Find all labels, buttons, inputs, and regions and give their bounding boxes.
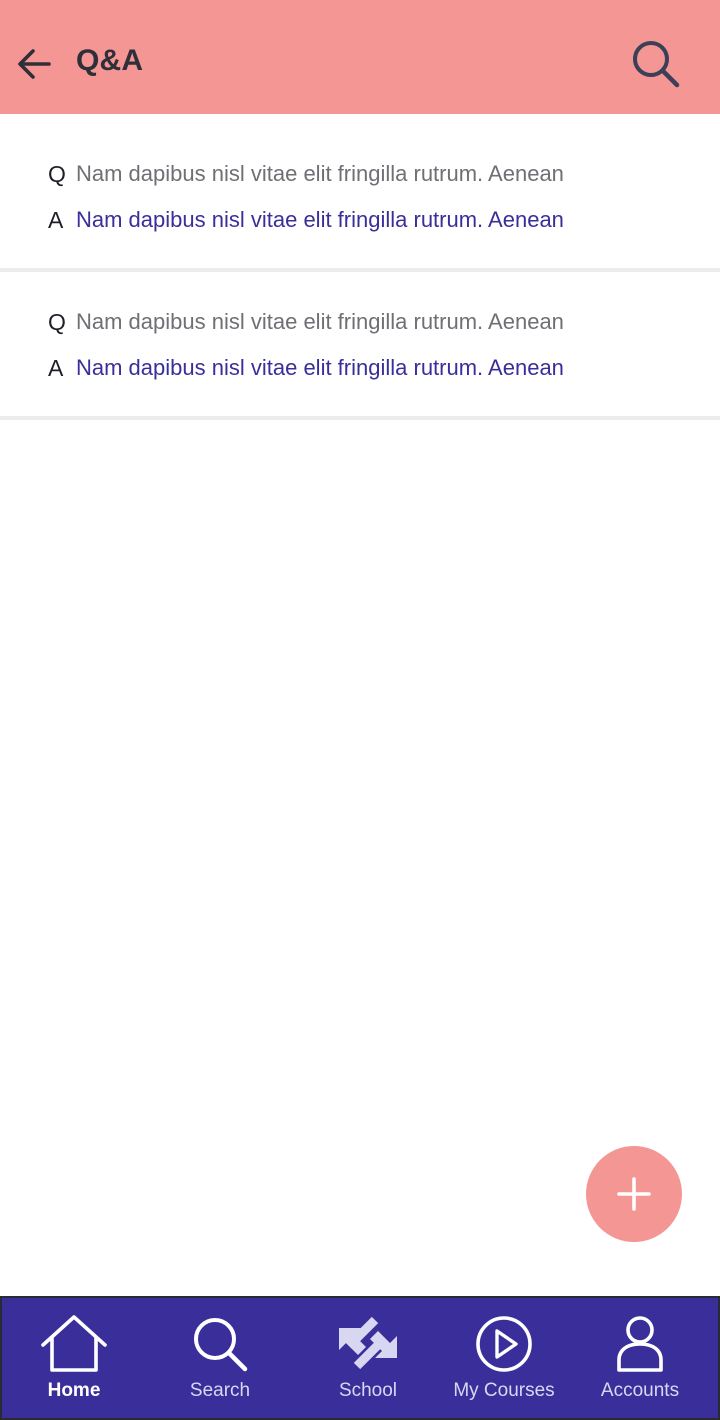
home-icon — [41, 1315, 107, 1372]
add-question-button[interactable] — [586, 1146, 682, 1242]
answer-marker: A — [48, 206, 64, 233]
search-button[interactable] — [626, 34, 686, 94]
play-circle-icon — [476, 1316, 532, 1372]
question-marker: Q — [48, 308, 66, 335]
nav-label-my-courses: My Courses — [453, 1380, 555, 1401]
nav-label-school: School — [338, 1380, 398, 1401]
plus-icon — [617, 1177, 651, 1211]
user-icon — [617, 1316, 663, 1372]
question-marker: Q — [48, 160, 66, 187]
nav-label-accounts: Accounts — [600, 1380, 680, 1401]
question-text: Nam dapibus nisl vitae elit fringilla ru… — [76, 309, 564, 334]
bottom-navigation: Home Search School My Courses Accounts — [0, 1296, 720, 1420]
arrow-left-icon — [18, 49, 51, 79]
nav-item-accounts[interactable]: Accounts — [570, 1298, 710, 1418]
nav-item-my-courses[interactable]: My Courses — [434, 1298, 574, 1418]
school-arrows-icon — [339, 1316, 397, 1370]
nav-label-home: Home — [47, 1380, 101, 1401]
qa-list-item[interactable]: Q Nam dapibus nisl vitae elit fringilla … — [0, 114, 720, 272]
page-title: Q&A — [76, 44, 144, 77]
question-text: Nam dapibus nisl vitae elit fringilla ru… — [76, 161, 564, 186]
answer-marker: A — [48, 354, 64, 381]
search-icon — [194, 1318, 248, 1372]
app-bar: Q&A — [0, 0, 720, 114]
nav-item-school[interactable]: School — [298, 1298, 438, 1418]
answer-text: Nam dapibus nisl vitae elit fringilla ru… — [76, 207, 564, 232]
answer-text: Nam dapibus nisl vitae elit fringilla ru… — [76, 355, 564, 380]
qa-list-item[interactable]: Q Nam dapibus nisl vitae elit fringilla … — [0, 272, 720, 420]
back-button[interactable] — [12, 40, 56, 88]
nav-label-search: Search — [189, 1380, 251, 1401]
nav-item-home[interactable]: Home — [4, 1298, 144, 1418]
search-icon — [633, 41, 680, 88]
nav-item-search[interactable]: Search — [150, 1298, 290, 1418]
